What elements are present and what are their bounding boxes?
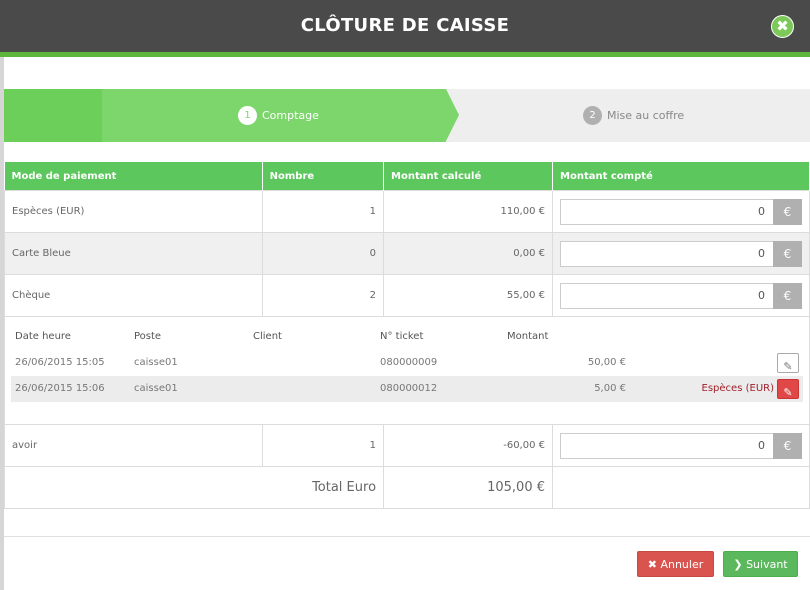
dialog-header: CLÔTURE DE CAISSE ✖ [0, 0, 810, 52]
payment-mode: Chèque [4, 274, 263, 317]
payment-mode: Espèces (EUR) [4, 190, 263, 233]
step-mise-au-coffre[interactable]: 2 Mise au coffre [583, 89, 684, 142]
detail-header: Date heure [15, 331, 71, 342]
payment-count: 0 [261, 232, 385, 275]
counted-cell: € [552, 274, 810, 317]
detail-ticket: 080000012 [380, 383, 438, 394]
step-label: Mise au coffre [607, 109, 685, 122]
detail-amount: 5,00 € [594, 383, 626, 394]
payment-count: 2 [261, 274, 385, 317]
column-header: Montant calculé [383, 162, 553, 191]
euro-addon: € [773, 240, 802, 267]
table-row: Carte Bleue 0 0,00 € € [4, 232, 810, 275]
detail-header: N° ticket [380, 331, 424, 342]
euro-addon: € [773, 432, 802, 459]
counted-amount-input[interactable] [560, 198, 773, 225]
detail-header: Client [253, 331, 282, 342]
detail-amount: 50,00 € [587, 357, 626, 368]
payment-method-label: Espèces (EUR) [701, 383, 774, 394]
detail-datetime: 26/06/2015 15:06 [15, 383, 105, 394]
detail-ticket: 080000009 [380, 357, 438, 368]
next-button[interactable]: ❯ Suivant [723, 551, 798, 577]
counted-input-group: € [560, 240, 802, 267]
counted-amount-input[interactable] [560, 432, 773, 459]
edit-button[interactable]: ✎ [777, 379, 799, 399]
step-previous-segment [4, 89, 102, 142]
column-header: Mode de paiement [4, 162, 263, 191]
detail-header: Poste [134, 331, 162, 342]
chevron-right-icon: ❯ [733, 558, 743, 571]
column-header: Nombre [262, 162, 385, 191]
detail-header-row: Date heure Poste Client N° ticket Montan… [11, 324, 803, 350]
close-icon: ✖ [647, 558, 657, 571]
computed-amount: 55,00 € [383, 274, 553, 317]
counted-amount-input[interactable] [560, 240, 773, 267]
header-accent-line [0, 52, 810, 57]
next-label: Suivant [746, 558, 788, 571]
table-header-row: Mode de paiement Nombre Montant calculé … [4, 162, 810, 191]
payment-mode: Carte Bleue [4, 232, 263, 275]
detail-header: Montant [507, 331, 549, 342]
counted-input-group: € [560, 432, 802, 459]
counted-cell: € [552, 190, 810, 233]
counted-cell: € [552, 232, 810, 275]
table-row: avoir 1 -60,00 € € [4, 424, 810, 467]
counted-input-group: € [560, 282, 802, 309]
payment-mode: avoir [4, 424, 263, 467]
computed-amount: 0,00 € [383, 232, 553, 275]
total-label: Total Euro [3, 466, 385, 509]
step-arrow [446, 89, 459, 141]
dialog-title: CLÔTURE DE CAISSE [300, 15, 510, 36]
detail-datetime: 26/06/2015 15:05 [15, 357, 105, 368]
close-icon[interactable]: ✖ [771, 15, 794, 38]
total-row: Total Euro 105,00 € [3, 466, 810, 509]
counted-cell: € [552, 424, 810, 467]
column-header: Montant compté [552, 162, 810, 191]
cancel-label: Annuler [660, 558, 704, 571]
table-row: Chèque 2 55,00 € € [4, 274, 810, 317]
euro-addon: € [773, 198, 802, 225]
payment-count: 1 [261, 424, 385, 467]
edit-button[interactable]: ✎ [777, 353, 799, 373]
computed-amount: -60,00 € [383, 424, 553, 467]
pencil-icon: ✎ [783, 360, 793, 373]
list-item: 26/06/2015 15:05 caisse01 080000009 50,0… [11, 350, 803, 376]
detail-poste: caisse01 [134, 383, 178, 394]
total-value: 105,00 € [383, 466, 553, 509]
cancel-button[interactable]: ✖ Annuler [637, 551, 714, 577]
step-number: 1 [238, 106, 257, 125]
total-empty-cell [552, 466, 810, 509]
step-label: Comptage [262, 109, 319, 122]
payment-count: 1 [261, 190, 385, 233]
counted-input-group: € [560, 198, 802, 225]
detail-poste: caisse01 [134, 357, 178, 368]
computed-amount: 110,00 € [383, 190, 553, 233]
step-comptage[interactable]: 1 Comptage [238, 89, 319, 142]
list-item: 26/06/2015 15:06 caisse01 080000012 5,00… [11, 376, 803, 402]
step-number: 2 [583, 106, 602, 125]
footer-divider [4, 536, 810, 537]
cheque-detail-list: Date heure Poste Client N° ticket Montan… [11, 324, 803, 402]
table-row: Espèces (EUR) 1 110,00 € € [4, 190, 810, 233]
euro-addon: € [773, 282, 802, 309]
wizard-steps: 1 Comptage 2 Mise au coffre [4, 89, 810, 142]
counted-amount-input[interactable] [560, 282, 773, 309]
pencil-icon: ✎ [783, 386, 793, 399]
